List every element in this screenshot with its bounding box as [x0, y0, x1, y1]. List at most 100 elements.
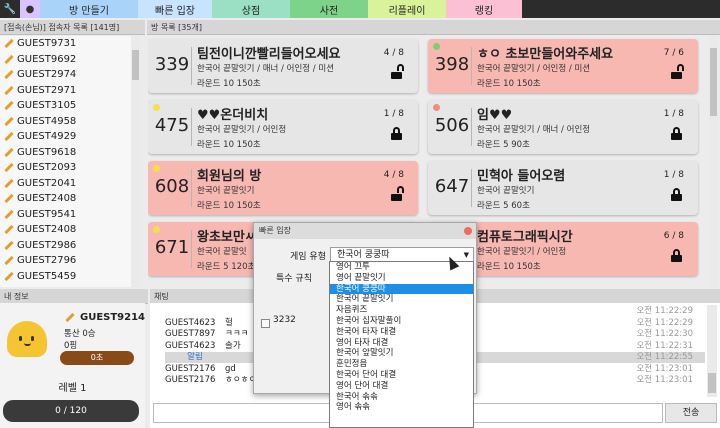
dropdown-option[interactable]: 한국어 타자 대결	[330, 327, 473, 338]
my-level: 레벨 1	[58, 383, 87, 394]
user-list-item[interactable]: GUEST2971	[0, 83, 140, 99]
room-number: 647	[434, 176, 470, 197]
chat-time: 오전 11:22:55	[636, 352, 693, 362]
pencil-icon	[3, 85, 14, 96]
user-name: GUEST2974	[17, 69, 77, 81]
user-list-item[interactable]: GUEST2408	[0, 191, 140, 207]
pencil-icon	[3, 54, 14, 65]
xp-bar: 0 / 120	[3, 400, 139, 422]
pencil-icon	[3, 240, 14, 251]
user-list-item[interactable]: GUEST2408	[0, 222, 140, 238]
user-list-item[interactable]: GUEST9731	[0, 36, 140, 52]
divider	[191, 230, 192, 268]
user-list-item[interactable]: GUEST5459	[0, 269, 140, 285]
tab-ranking[interactable]: 랭킹	[446, 0, 522, 18]
divider	[191, 169, 192, 207]
dropdown-option[interactable]: 영어 단어 대결	[330, 381, 473, 392]
dropdown-option[interactable]: 한국어 앞말잇기	[330, 348, 473, 359]
lock-icon	[671, 188, 682, 201]
user-list-item[interactable]: GUEST9692	[0, 52, 140, 68]
tab-replay[interactable]: 리플레이	[368, 0, 446, 18]
close-icon[interactable]	[464, 227, 472, 235]
room-card[interactable]: 506 임♥♥ 한국어 끝말잇기 / 매너 / 어인정 라운드 5 90초 1 / 8	[428, 100, 698, 154]
tab-dictionary[interactable]: 사전	[290, 0, 368, 18]
scroll-thumb[interactable]	[710, 48, 717, 116]
user-list-item[interactable]: GUEST6905	[0, 284, 140, 287]
wrench-icon[interactable]: 🔧	[0, 0, 20, 18]
dropdown-option[interactable]: 훈민정음	[330, 359, 473, 370]
chat-scrollbar[interactable]	[707, 305, 717, 397]
room-list-scrollbar[interactable]	[709, 36, 718, 287]
user-list-item[interactable]: GUEST9541	[0, 207, 140, 223]
room-card[interactable]: 475 ♥♥온더비치 한국어 끝말잇기 / 어인정 라운드 10 150초 1 / 8	[148, 100, 418, 154]
pencil-icon	[3, 131, 14, 142]
room-number: 506	[434, 115, 470, 136]
room-info: 한국어 끝말잇기 / 매너 / 어인정 라운드 5 90초	[477, 123, 590, 150]
pencil-icon	[3, 100, 14, 111]
dropdown-option[interactable]: 영어 솎솎	[330, 402, 473, 413]
user-list-item[interactable]: GUEST2796	[0, 253, 140, 269]
user-list-item[interactable]: GUEST2041	[0, 176, 140, 192]
pencil-icon	[3, 69, 14, 80]
chevron-down-icon: ▼	[463, 251, 469, 259]
user-list-item[interactable]: GUEST9618	[0, 145, 140, 161]
room-mode: 한국어 끝말잇기 / 어인정 / 미션	[477, 64, 591, 74]
user-list-item[interactable]: GUEST4958	[0, 114, 140, 130]
user-list-item[interactable]: GUEST3105	[0, 98, 140, 114]
tab-shop[interactable]: 상점	[212, 0, 290, 18]
user-name: GUEST9541	[17, 208, 77, 220]
tab-create-room[interactable]: 방 만들기	[40, 0, 138, 18]
dropdown-option[interactable]: 한국어 끝말잇기	[330, 294, 473, 305]
user-list-item[interactable]: GUEST2986	[0, 238, 140, 254]
dropdown-option[interactable]: 영어 끝말잇기	[330, 273, 473, 284]
room-title: 회원님의 방	[197, 169, 262, 184]
chat-bubble-icon[interactable]: ●	[20, 0, 40, 18]
user-list-item[interactable]: GUEST2974	[0, 67, 140, 83]
user-name: GUEST2971	[17, 84, 77, 96]
chat-time: 오전 11:22:31	[636, 340, 693, 351]
user-list-item[interactable]: GUEST4929	[0, 129, 140, 145]
special-rules-label: 특수 규칙	[276, 274, 312, 284]
pencil-icon	[3, 286, 14, 287]
lock-icon	[671, 127, 682, 140]
room-card[interactable]: 608 회원님의 방 한국어 끝말잇기 라운드 10 150초 4 / 8	[148, 161, 418, 215]
dropdown-option[interactable]: 한국어 쿵쿵따	[330, 283, 473, 295]
pencil-icon	[3, 178, 14, 189]
chat-sender: GUEST4623	[165, 317, 216, 328]
room-card[interactable]: 398 ㅎㅇ 초보만들어와주세요 한국어 끝말잇기 / 어인정 / 미션 라운드 10…	[428, 39, 698, 93]
divider	[471, 108, 472, 146]
scroll-thumb[interactable]	[132, 50, 139, 80]
tab-quick-enter[interactable]: 빠른 입장	[138, 0, 212, 18]
game-type-value: 한국어 쿵쿵따	[337, 250, 390, 260]
user-list-item[interactable]: GUEST2093	[0, 160, 140, 176]
dropdown-option[interactable]: 한국어 솎솎	[330, 392, 473, 403]
rule-checkbox[interactable]	[261, 319, 270, 328]
user-name: GUEST2986	[17, 239, 77, 251]
room-round: 라운드 10 150초	[477, 79, 541, 89]
user-name: GUEST5459	[17, 270, 77, 282]
avatar-eye	[31, 336, 34, 341]
dropdown-option[interactable]: 한국어 단어 대결	[330, 370, 473, 381]
room-info: 한국어 끝말잇기 라운드 10 150초	[197, 184, 261, 211]
unlock-icon	[391, 186, 404, 201]
room-mode: 한국어 끝말잇기 / 매너 / 어인정	[477, 125, 591, 135]
pencil-icon	[3, 271, 14, 282]
room-mode: 한국어 끝말잇기 / 매너 / 어인정 / 미션	[197, 64, 334, 74]
room-card[interactable]: 339 팀전이니깐빨리들어오세요 한국어 끝말잇기 / 매너 / 어인정 / 미션 라…	[148, 39, 418, 93]
dropdown-option[interactable]: 자음퀴즈	[330, 305, 473, 316]
user-list-scrollbar[interactable]	[131, 36, 140, 287]
room-info: 한국어 끝말잇기 / 어인정 라운드 10 150초	[197, 123, 286, 150]
user-name: GUEST2408	[17, 224, 77, 236]
room-card[interactable]: 647 민혁아 들어오렴 한국어 끝말잇기 라운드 5 60초 1 / 8	[428, 161, 698, 215]
chat-sender	[165, 306, 225, 317]
scroll-thumb[interactable]	[708, 373, 716, 393]
chat-sender: GUEST2176	[165, 375, 216, 385]
dropdown-option[interactable]: 영어 타자 대결	[330, 338, 473, 349]
my-points: 0핑	[64, 341, 78, 351]
room-player-count: 4 / 8	[383, 170, 404, 180]
send-button[interactable]: 전송	[665, 403, 717, 423]
unlock-icon	[671, 64, 684, 79]
room-round: 라운드 5 60초	[477, 201, 530, 211]
dropdown-option[interactable]: 한국어 십자말풀이	[330, 316, 473, 327]
chat-sender: GUEST2176	[165, 363, 216, 374]
